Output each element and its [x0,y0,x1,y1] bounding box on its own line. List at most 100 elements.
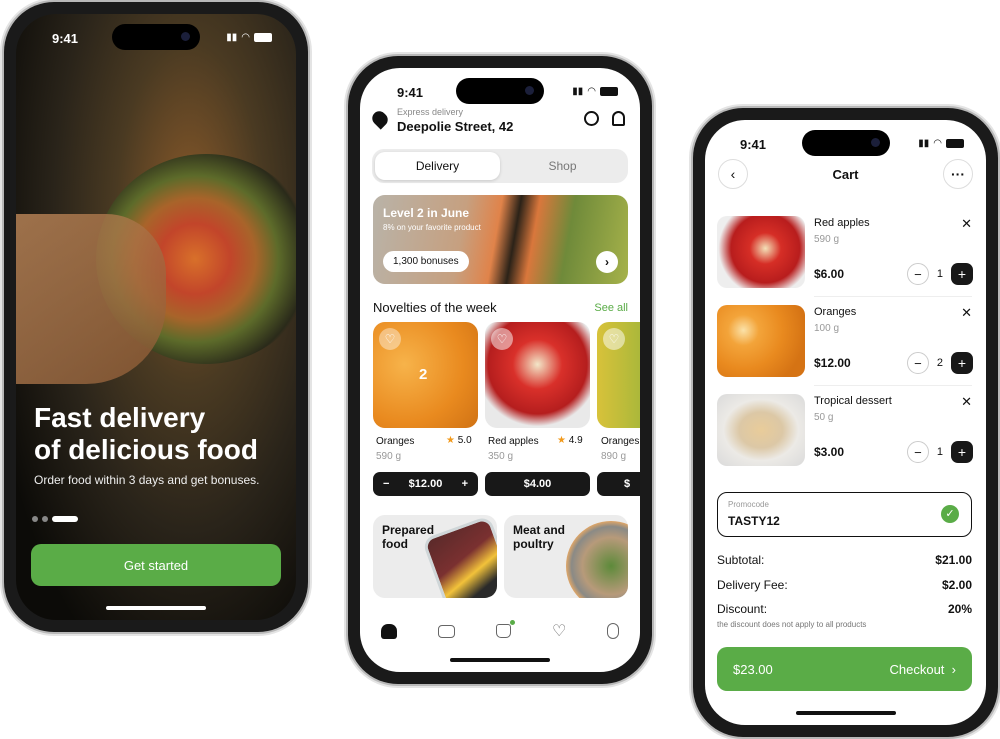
plus-button[interactable]: + [951,441,973,463]
item-image [717,305,805,377]
see-all-link[interactable]: See all [594,302,628,314]
promocode-input[interactable]: Promocode TASTY12 ✓ [717,492,972,537]
discount-note: the discount does not apply to all produ… [717,620,867,629]
wifi-icon: ◠ [241,32,250,43]
add-to-cart-button[interactable]: $ [597,472,640,496]
total-price: $23.00 [733,661,773,677]
plus-button[interactable]: + [951,263,973,285]
quantity-stepper: −2 + [906,352,973,374]
status-icons: ▮▮ ◠ [572,86,618,97]
promocode-value: TASTY12 [728,514,780,528]
tab-delivery[interactable]: Delivery [375,152,500,180]
discount-label: Discount: [717,602,768,616]
product-name: Oranges [601,436,640,447]
dynamic-island [801,130,890,156]
delivery-fee-row: Delivery Fee: $2.00 [717,578,972,592]
profile-icon[interactable] [607,623,620,639]
product-weight: 890 g [601,451,627,462]
add-to-cart-button[interactable]: $4.00 [485,472,590,496]
cart-screen: 9:41 ▮▮ ◠ ‹ Cart ··· Red apples 590 g $6.… [705,120,986,725]
battery-icon [600,87,618,96]
cart-item: Oranges 100 g $12.00 ✕ −2 + [705,305,986,391]
battery-icon [254,33,272,42]
bell-icon[interactable] [612,111,625,126]
location-pin-icon [369,108,391,130]
item-weight: 100 g [814,323,840,334]
divider [814,385,972,386]
minus-button[interactable]: − [906,441,929,463]
cart-quantity-overlay: 2 [419,366,428,383]
wifi-icon: ◠ [933,138,942,149]
get-started-button[interactable]: Get started [31,544,281,586]
hand-image [16,214,166,384]
status-time: 9:41 [397,85,424,100]
item-name: Oranges [814,306,857,318]
quantity-stepper: −1 + [906,263,973,285]
onboarding-headline: Fast delivery of delicious food [34,402,258,466]
checkout-button[interactable]: $23.00 Checkout › [717,647,972,691]
product-card-image[interactable]: ♡ 2 [373,322,478,428]
signal-icon: ▮▮ [918,138,930,149]
cart-item: Tropical dessert 50 g $3.00 ✕ −1 + [705,394,986,480]
remove-item-icon[interactable]: ✕ [961,394,972,410]
more-button[interactable]: ··· [943,159,973,189]
tab-shop[interactable]: Shop [500,152,625,180]
page-dot-active[interactable] [52,516,78,522]
quantity-stepper: −1 + [906,441,973,463]
dynamic-island [112,24,200,50]
home-indicator [450,658,550,662]
delivery-fee-label: Delivery Fee: [717,578,788,592]
category-meat-and-poultry[interactable]: Meat and poultry [504,515,628,598]
headline-line-1: Fast delivery [34,402,206,433]
divider [814,296,972,297]
subtotal-label: Subtotal: [717,553,765,567]
rating-value: 5.0 [457,435,472,446]
delivery-type: Express delivery [397,107,464,117]
page-dot[interactable] [42,516,48,522]
subtotal-value: $21.00 [935,553,972,567]
item-name: Tropical dessert [814,395,892,407]
wallet-icon[interactable] [437,624,455,638]
page-dot[interactable] [32,516,38,522]
product-card-image[interactable]: ♡ [485,322,590,428]
basket-icon[interactable] [495,620,515,638]
loyalty-banner[interactable]: Level 2 in June 8% on your favorite prod… [373,195,628,284]
category-prepared-food[interactable]: Prepared food [373,515,497,598]
heart-icon[interactable]: ♡ [552,621,566,641]
remove-item-icon[interactable]: ✕ [961,216,972,232]
home-indicator [106,606,206,610]
price-stepper: − $12.00 + [373,472,478,496]
battery-icon [946,139,964,148]
chevron-right-icon[interactable]: › [596,251,618,273]
chevron-right-icon: › [951,661,956,677]
product-weight: 590 g [376,451,402,462]
heart-icon[interactable]: ♡ [491,328,513,350]
heart-icon[interactable]: ♡ [603,328,625,350]
phone-cart: 9:41 ▮▮ ◠ ‹ Cart ··· Red apples 590 g $6.… [693,108,998,737]
status-icons: ▮▮ ◠ [226,32,272,43]
item-name: Red apples [814,217,870,229]
plus-button[interactable]: + [462,478,468,490]
home-indicator [795,711,896,715]
plus-button[interactable]: + [951,352,973,374]
home-icon[interactable] [380,623,397,639]
item-price: $6.00 [814,267,845,281]
check-icon: ✓ [941,505,959,523]
page-indicator[interactable] [32,516,78,522]
wifi-icon: ◠ [587,86,596,97]
address-selector[interactable]: Deepolie Street, 42 [397,119,513,134]
product-card-image[interactable]: ♡ [597,322,640,428]
heart-icon[interactable]: ♡ [379,328,401,350]
bonuses-pill[interactable]: 1,300 bonuses [383,251,469,272]
remove-item-icon[interactable]: ✕ [961,305,972,321]
minus-button[interactable]: − [906,263,929,285]
cart-item: Red apples 590 g $6.00 ✕ −1 + [705,216,986,302]
section-title: Novelties of the week [373,300,497,315]
phone-home: 9:41 ▮▮ ◠ Express delivery Deepolie Stree… [348,56,652,684]
search-icon[interactable] [584,111,599,126]
promocode-label: Promocode [728,500,769,509]
minus-button[interactable]: − [383,478,389,490]
minus-button[interactable]: − [906,352,929,374]
delivery-fee-value: $2.00 [941,578,972,592]
item-price: $3.00 [814,445,845,459]
